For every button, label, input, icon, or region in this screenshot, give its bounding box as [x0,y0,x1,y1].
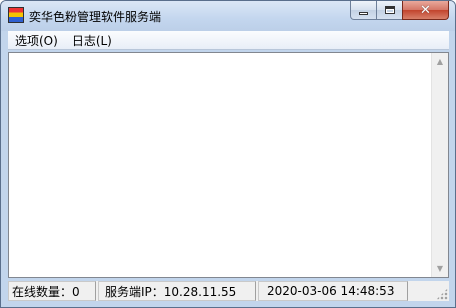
scroll-up-arrow-icon[interactable]: ▲ [432,53,448,70]
menu-options[interactable]: 选项(O) [8,32,65,49]
status-bar: 在线数量：0 服务端IP：10.28.11.55 2020-03-06 14:4… [8,281,449,301]
window-title: 奕华色粉管理软件服务端 [29,10,162,24]
maximize-button[interactable] [376,1,403,20]
menu-log[interactable]: 日志(L) [65,32,119,49]
minimize-button[interactable] [350,1,377,20]
close-button[interactable]: ✕ [402,1,449,20]
vertical-scrollbar[interactable]: ▲ ▼ [431,53,448,277]
app-icon[interactable] [8,7,24,23]
title-bar[interactable]: 奕华色粉管理软件服务端 ✕ [1,1,455,31]
resize-grip[interactable] [436,288,448,300]
menu-bar: 选项(O) 日志(L) [8,31,449,50]
maximize-icon [384,6,395,14]
minimize-icon [359,11,368,15]
close-icon: ✕ [420,2,431,18]
status-online-count: 在线数量：0 [8,281,96,301]
status-datetime: 2020-03-06 14:48:53 [258,281,408,301]
log-area[interactable]: ▲ ▼ [8,52,449,278]
scroll-down-arrow-icon[interactable]: ▼ [432,260,448,277]
app-window: 奕华色粉管理软件服务端 ✕ 选项(O) 日志(L) ▲ ▼ 在线数量：0 服务端… [0,0,456,308]
status-server-ip: 服务端IP：10.28.11.55 [98,281,256,301]
